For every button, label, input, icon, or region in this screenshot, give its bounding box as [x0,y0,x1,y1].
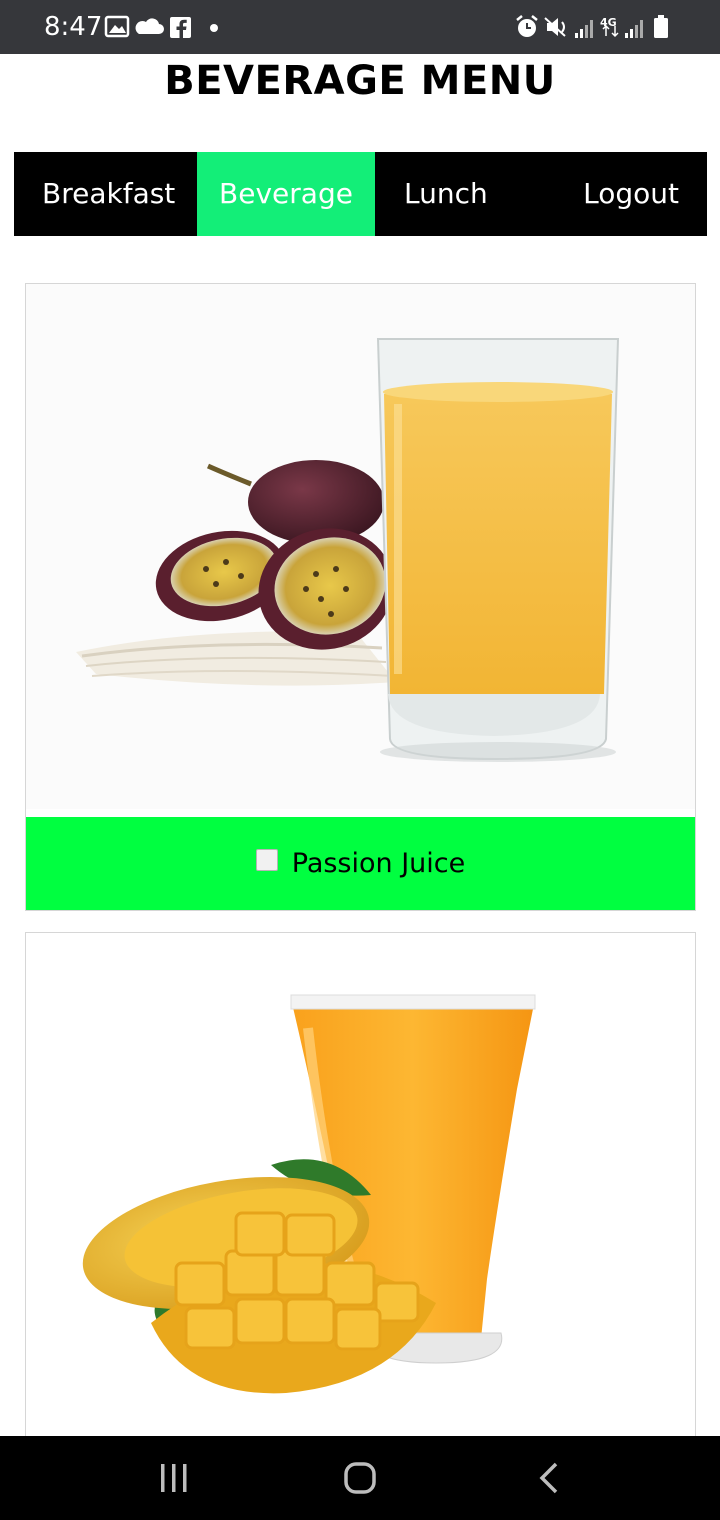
dot-icon [210,24,218,32]
mango-juice-image [26,933,695,1453]
nav-item-lunch[interactable]: Lunch [375,152,505,236]
status-right-icons: 4G [516,15,668,38]
status-time: 8:47 [44,12,103,42]
4g-icon: 4G [600,16,619,38]
recent-apps-icon[interactable] [144,1456,204,1500]
menu-item-card: Passion Juice [25,283,696,911]
cloud-icon [135,18,164,34]
status-bar: 8:47 4G [0,0,720,54]
signal-icon-2 [625,20,643,38]
alarm-icon [516,15,538,37]
mute-icon [544,17,566,37]
page-title: BEVERAGE MENU [164,58,556,104]
passion-juice-image [26,284,695,809]
passion-juice-checkbox[interactable] [255,848,278,871]
battery-icon [654,15,668,38]
facebook-icon [170,17,191,38]
image-icon [104,15,130,38]
home-icon[interactable] [330,1456,390,1500]
menu-item-footer: Passion Juice [26,817,695,910]
menu-item-card [25,932,696,1453]
menu-item-name: Passion Juice [291,848,466,879]
status-left-icons [104,15,218,38]
system-nav-bar [0,1436,720,1520]
nav-item-breakfast[interactable]: Breakfast [14,152,197,236]
menu-nav-bar: Breakfast Beverage Lunch Logout [14,152,707,236]
signal-icon [575,20,593,38]
nav-item-logout[interactable]: Logout [505,152,707,236]
nav-item-beverage[interactable]: Beverage [197,152,375,236]
svg-text:4G: 4G [600,16,617,29]
back-icon[interactable] [518,1456,578,1500]
